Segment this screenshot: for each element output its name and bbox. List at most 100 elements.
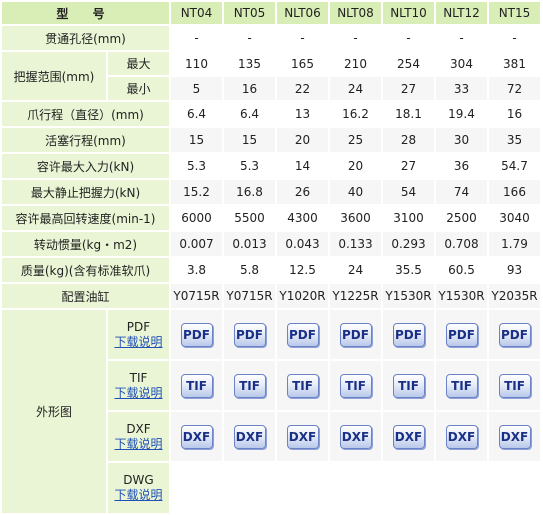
download-tif-icon[interactable]: TIF [286, 373, 319, 398]
grip-max-value: 254 [383, 52, 434, 75]
download-cell: DXF [330, 412, 381, 461]
max_speed-value: 6000 [171, 206, 222, 230]
bore-value: - [224, 26, 275, 50]
download-pdf-icon[interactable]: PDF [180, 322, 213, 347]
max_input-value: 27 [383, 154, 434, 178]
download-pdf-icon[interactable]: PDF [233, 322, 266, 347]
download-dxf-icon[interactable]: DXF [180, 424, 213, 449]
download-pdf-icon[interactable]: PDF [286, 322, 319, 347]
bore-label: 贯通孔径(mm) [2, 26, 169, 50]
bore-value: - [383, 26, 434, 50]
download-tif-icon[interactable]: TIF [180, 373, 213, 398]
grip-range-label: 把握范围(mm) [2, 52, 106, 100]
max_input-label: 容许最大入力(kN) [2, 154, 169, 178]
download-tif-icon[interactable]: TIF [445, 373, 478, 398]
download-pdf-icon[interactable]: PDF [339, 322, 372, 347]
max_speed-value: 5500 [224, 206, 275, 230]
download-instructions-link[interactable]: 下载说明 [108, 437, 169, 452]
cylinder-value: Y0715R [171, 284, 222, 308]
bore-value: - [489, 26, 540, 50]
download-dxf-icon[interactable]: DXF [498, 424, 531, 449]
download-cell: PDF [436, 310, 487, 359]
download-dxf-icon[interactable]: DXF [339, 424, 372, 449]
header-row: 型 号 NT04 NT05 NLT06 NLT08 NLT10 NLT12 NT15 [2, 2, 540, 24]
bore-value: - [171, 26, 222, 50]
inertia-value: 0.708 [436, 232, 487, 256]
jaw_stroke-value: 18.1 [383, 102, 434, 126]
download-cell: TIF [330, 361, 381, 410]
grip-max-row: 把握范围(mm) 最大 110 135 165 210 254 304 381 [2, 52, 540, 100]
empty-cell [436, 463, 487, 513]
inertia-value: 0.133 [330, 232, 381, 256]
max_input-value: 54.7 [489, 154, 540, 178]
download-dxf-icon[interactable]: DXF [286, 424, 319, 449]
format-name: DWG [123, 473, 154, 487]
download-tif-icon[interactable]: TIF [498, 373, 531, 398]
max_grip-value: 74 [436, 180, 487, 204]
grip-min-value: 33 [436, 77, 487, 100]
grip-min-label: 最小 [108, 77, 169, 100]
max_input-value: 14 [277, 154, 328, 178]
drawing-pdf-row: 外形图 PDF 下载说明 PDF PDF PDF PDF PDF PDF PDF [2, 310, 540, 513]
max_input-value: 5.3 [224, 154, 275, 178]
download-cell: PDF [171, 310, 222, 359]
mass-value: 3.8 [171, 258, 222, 282]
download-dxf-icon[interactable]: DXF [392, 424, 425, 449]
download-cell: TIF [436, 361, 487, 410]
jaw_stroke-value: 16 [489, 102, 540, 126]
download-cell: PDF [383, 310, 434, 359]
format-name: PDF [126, 319, 151, 334]
download-tif-icon[interactable]: TIF [339, 373, 372, 398]
spec-table: 型 号 NT04 NT05 NLT06 NLT08 NLT10 NLT12 NT15 贯通孔径(… [0, 0, 542, 515]
download-instructions-link[interactable]: 下载说明 [108, 335, 169, 350]
inertia-value: 0.007 [171, 232, 222, 256]
grip-min-value: 27 [383, 77, 434, 100]
bore-value: - [436, 26, 487, 50]
model-header: NT15 [489, 2, 540, 24]
download-cell: TIF [383, 361, 434, 410]
download-instructions-link[interactable]: 下载说明 [108, 488, 169, 503]
empty-cell [224, 463, 275, 513]
download-tif-icon[interactable]: TIF [233, 373, 266, 398]
max_speed-value: 2500 [436, 206, 487, 230]
grip-max-label: 最大 [108, 52, 169, 75]
jaw_stroke-row: 爪行程（直径）(mm) 6.4 6.4 13 16.2 18.1 19.4 16 [2, 102, 540, 126]
piston_stroke-value: 15 [224, 128, 275, 152]
download-pdf-icon[interactable]: PDF [392, 322, 425, 347]
model-header: NLT12 [436, 2, 487, 24]
grip-min-value: 5 [171, 77, 222, 100]
download-pdf-icon[interactable]: PDF [498, 322, 531, 347]
model-header: NLT10 [383, 2, 434, 24]
piston_stroke-value: 28 [383, 128, 434, 152]
type-header: 型 号 [2, 2, 169, 24]
mass-value: 60.5 [436, 258, 487, 282]
grip-max-value: 135 [224, 52, 275, 75]
piston_stroke-value: 25 [330, 128, 381, 152]
cylinder-label: 配置油缸 [2, 284, 169, 308]
format-cell: PDF 下载说明 [108, 310, 169, 359]
download-pdf-icon[interactable]: PDF [445, 322, 478, 347]
download-tif-icon[interactable]: TIF [392, 373, 425, 398]
model-header: NLT06 [277, 2, 328, 24]
download-cell: PDF [489, 310, 540, 359]
download-cell: DXF [277, 412, 328, 461]
bore-row: 贯通孔径(mm) - - - - - - - [2, 26, 540, 50]
grip-max-value: 210 [330, 52, 381, 75]
download-cell: DXF [436, 412, 487, 461]
max_speed-value: 3100 [383, 206, 434, 230]
cylinder-value: Y0715R [224, 284, 275, 308]
download-cell: PDF [330, 310, 381, 359]
download-dxf-icon[interactable]: DXF [445, 424, 478, 449]
download-dxf-icon[interactable]: DXF [233, 424, 266, 449]
piston_stroke-value: 15 [171, 128, 222, 152]
max_speed-row: 容许最高回转速度(min-1) 6000 5500 4300 3600 3100 2500 3… [2, 206, 540, 230]
max_grip-value: 26 [277, 180, 328, 204]
download-cell: DXF [171, 412, 222, 461]
mass-row: 质量(kg)(含有标准软爪) 3.8 5.8 12.5 24 35.5 60.5 93 [2, 258, 540, 282]
cylinder-value: Y2035R [489, 284, 540, 308]
inertia-label: 转动惯量(kg・m2) [2, 232, 169, 256]
jaw_stroke-value: 13 [277, 102, 328, 126]
download-instructions-link[interactable]: 下载说明 [108, 386, 169, 401]
drawing-label: 外形图 [2, 310, 106, 513]
format-name: TIF [129, 370, 148, 385]
